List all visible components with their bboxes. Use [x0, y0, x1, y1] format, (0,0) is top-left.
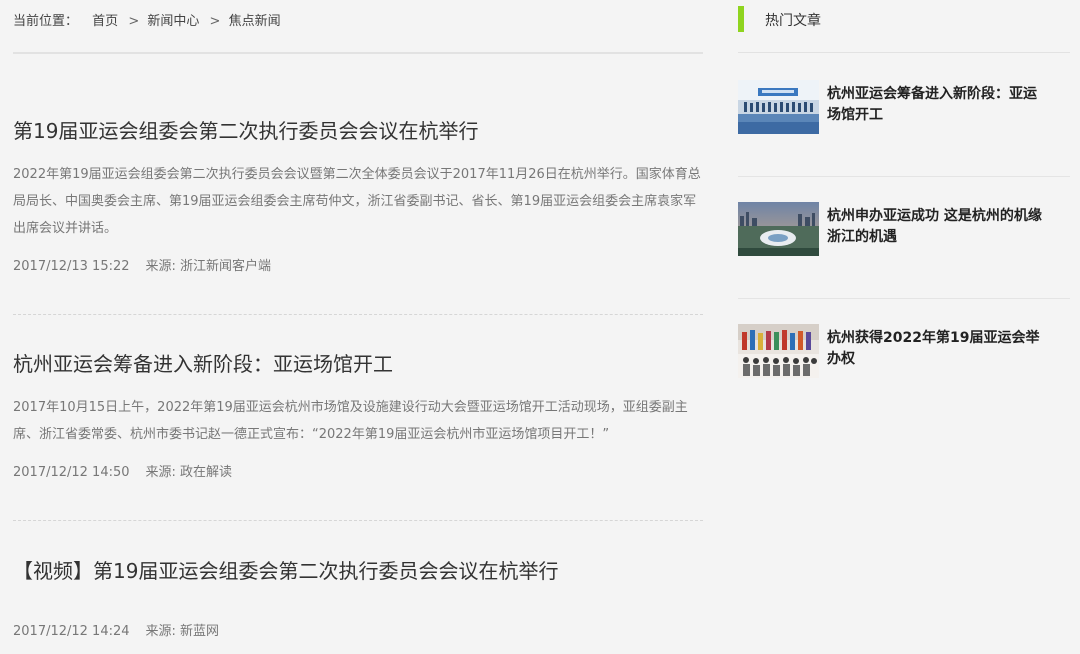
main-content: 当前位置： 首页 > 新闻中心 > 焦点新闻 第19届亚运会组委会第二次执行委员… [13, 0, 703, 654]
divider [13, 52, 703, 54]
article-item: 第19届亚运会组委会第二次执行委员会会议在杭举行 2022年第19届亚运会组委会… [13, 118, 703, 274]
divider [738, 176, 1070, 177]
sidebar-header: 热门文章 [738, 6, 1070, 32]
hot-article-item[interactable]: 杭州亚运会筹备进入新阶段：亚运场馆开工 [738, 80, 1070, 136]
stage-photo-thumbnail[interactable] [738, 80, 819, 134]
hot-article-title[interactable]: 杭州获得2022年第19届亚运会举办权 [827, 328, 1042, 370]
article-date: 2017/12/12 14:50 [13, 465, 130, 480]
article-title[interactable]: 第19届亚运会组委会第二次执行委员会会议在杭举行 [13, 118, 703, 144]
accent-bar [738, 6, 744, 32]
hot-article-title[interactable]: 杭州申办亚运成功 这是杭州的机缘 浙江的机遇 [827, 206, 1042, 248]
stadium-aerial-photo-thumbnail[interactable] [738, 202, 819, 256]
article-date: 2017/12/12 14:24 [13, 624, 130, 639]
article-title[interactable]: 杭州亚运会筹备进入新阶段：亚运场馆开工 [13, 351, 703, 377]
sidebar: 热门文章 杭州亚运会筹备进入新阶段：亚运场馆开工 杭州申办亚运成功 这是杭州的机… [738, 0, 1070, 654]
article-summary: 2022年第19届亚运会组委会第二次执行委员会会议暨第二次全体委员会议于2017… [13, 167, 701, 236]
breadcrumb-separator: > [209, 14, 221, 29]
article-summary: 2017年10月15日上午，2022年第19届亚运会杭州市场馆及设施建设行动大会… [13, 400, 688, 442]
breadcrumb-home-link[interactable]: 首页 [92, 14, 118, 29]
hot-article-item[interactable]: 杭州申办亚运成功 这是杭州的机缘 浙江的机遇 [738, 202, 1070, 258]
divider [738, 298, 1070, 299]
article-title[interactable]: 【视频】第19届亚运会组委会第二次执行委员会会议在杭举行 [13, 558, 703, 584]
divider [738, 52, 1070, 53]
breadcrumb: 当前位置： 首页 > 新闻中心 > 焦点新闻 [13, 10, 283, 29]
article-source: 来源: 新蓝网 [145, 624, 220, 639]
article-source: 来源: 浙江新闻客户端 [145, 259, 272, 274]
breadcrumb-separator: > [128, 14, 140, 29]
article-source: 来源: 政在解读 [145, 465, 233, 480]
hot-article-title[interactable]: 杭州亚运会筹备进入新阶段：亚运场馆开工 [827, 84, 1042, 126]
breadcrumb-prefix: 当前位置： [13, 14, 79, 29]
divider [13, 314, 703, 315]
article-date: 2017/12/13 15:22 [13, 259, 130, 274]
ceremony-photo-thumbnail[interactable] [738, 324, 819, 378]
article-meta: 2017/12/12 14:24 来源: 新蓝网 [13, 620, 703, 639]
divider [13, 520, 703, 521]
article-item: 杭州亚运会筹备进入新阶段：亚运场馆开工 2017年10月15日上午，2022年第… [13, 351, 703, 480]
breadcrumb-current[interactable]: 焦点新闻 [229, 14, 281, 29]
sidebar-heading: 热门文章 [765, 13, 821, 29]
article-meta: 2017/12/13 15:22 来源: 浙江新闻客户端 [13, 255, 703, 274]
breadcrumb-news-center-link[interactable]: 新闻中心 [147, 14, 199, 29]
article-meta: 2017/12/12 14:50 来源: 政在解读 [13, 461, 703, 480]
hot-article-item[interactable]: 杭州获得2022年第19届亚运会举办权 [738, 324, 1070, 380]
article-item: 【视频】第19届亚运会组委会第二次执行委员会会议在杭举行 2017/12/12 … [13, 558, 703, 639]
